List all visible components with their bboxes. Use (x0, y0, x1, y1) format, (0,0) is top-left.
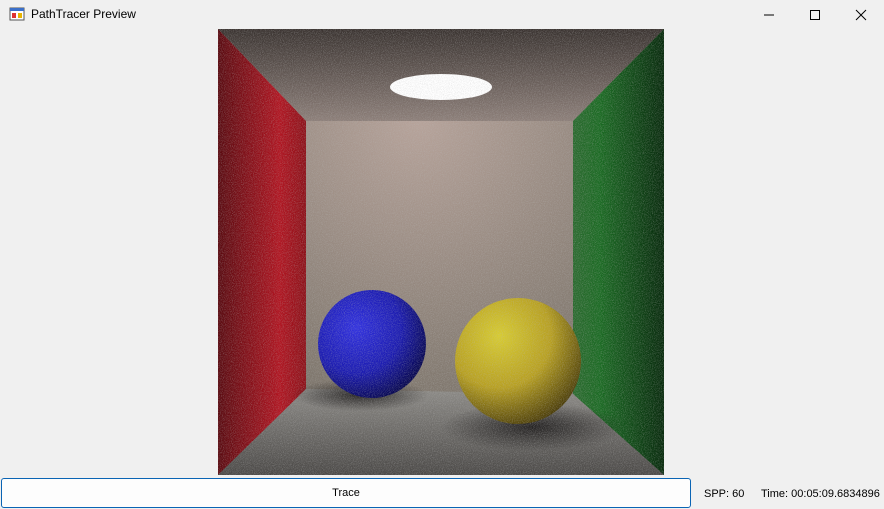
minimize-button[interactable] (746, 0, 792, 29)
app-window-icon (9, 6, 25, 22)
trace-button[interactable]: Trace (1, 478, 691, 508)
close-button[interactable] (838, 0, 884, 29)
window-title: PathTracer Preview (31, 7, 136, 21)
maximize-button[interactable] (792, 0, 838, 29)
rendered-scene-image (218, 29, 664, 475)
close-icon (855, 9, 867, 20)
time-label: Time: 00:05:09.6834896 (761, 488, 880, 500)
render-viewport (218, 29, 664, 475)
spp-label: SPP: 60 (704, 488, 745, 500)
maximize-icon (810, 9, 820, 20)
minimize-icon (764, 14, 774, 15)
title-bar: PathTracer Preview (0, 0, 884, 29)
